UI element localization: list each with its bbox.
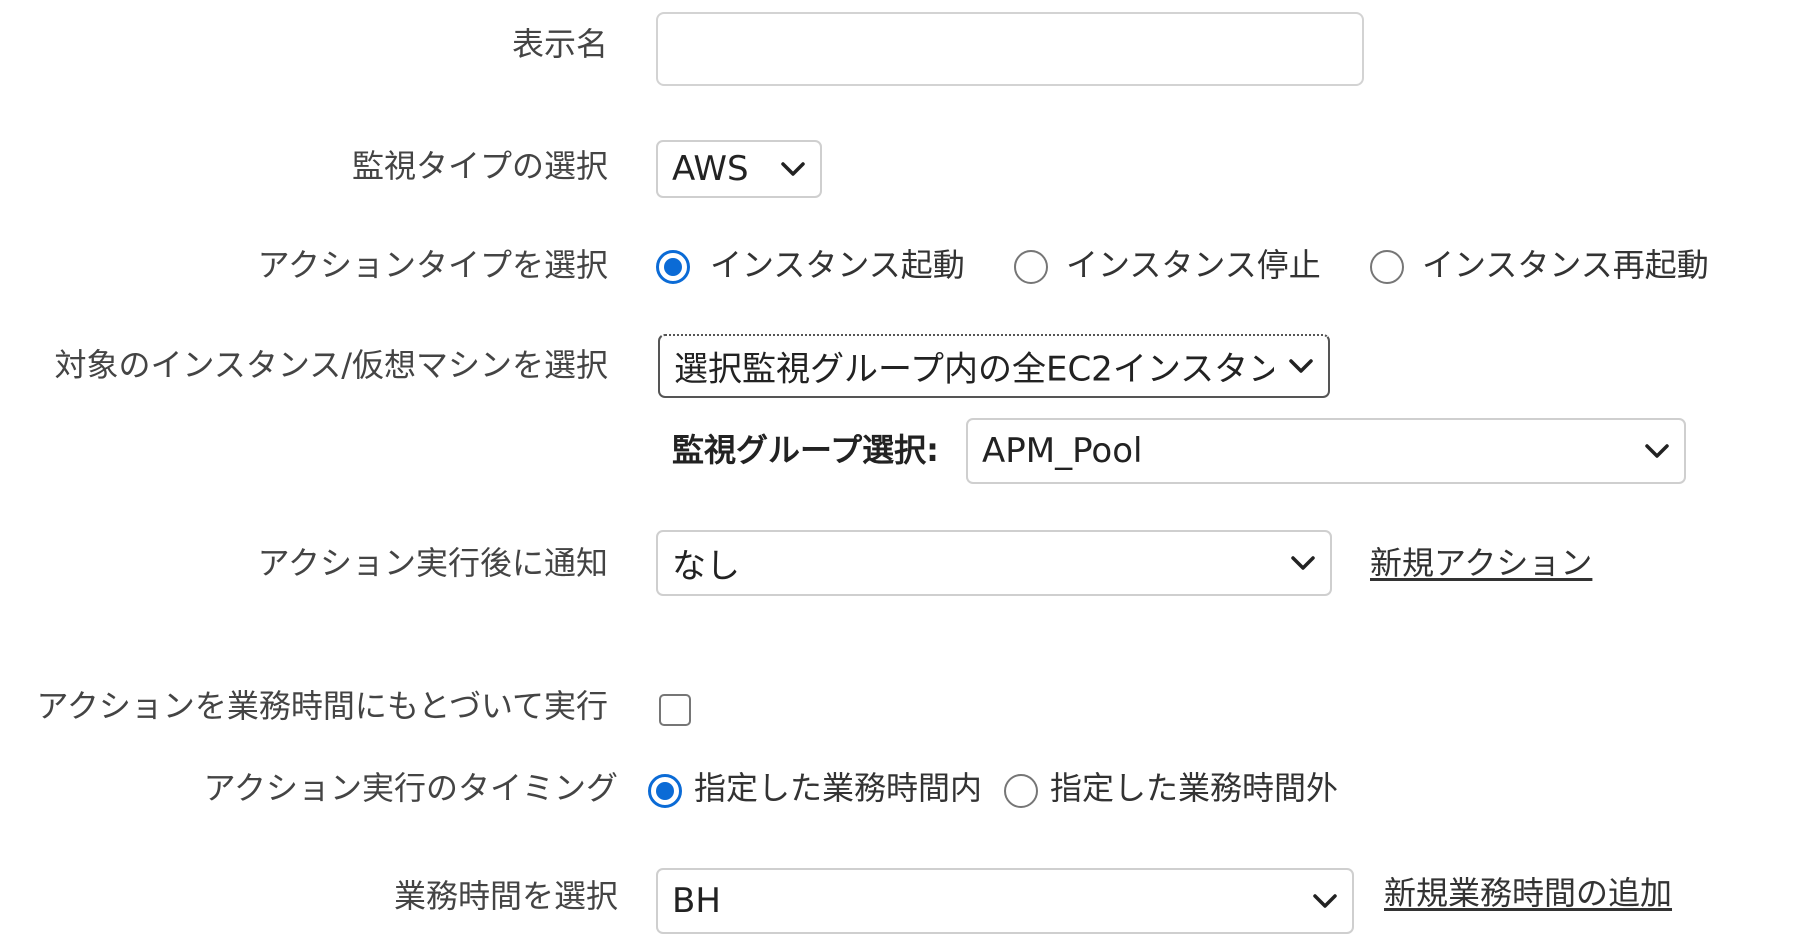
timing-option-outside: 指定した業務時間外 [1050,769,1339,807]
business-hours-select[interactable]: BH [656,868,1354,934]
chevron-down-icon [1645,444,1669,458]
timing-radio-outside[interactable] [1004,774,1038,808]
monitor-group-label: 監視グループ選択: [672,431,939,469]
chevron-down-icon [1313,894,1337,908]
target-instance-select[interactable]: 選択監視グループ内の全EC2インスタンス [658,334,1330,398]
notify-after-select[interactable]: なし [656,530,1332,596]
business-hours-based-checkbox[interactable] [659,694,691,726]
notify-after-label: アクション実行後に通知 [257,544,608,582]
display-name-label: 表示名 [511,25,608,63]
target-instance-value: 選択監視グループ内の全EC2インスタンス [674,349,1274,390]
chevron-down-icon [781,162,805,176]
display-name-input[interactable] [656,12,1364,86]
timing-radio-within[interactable] [648,774,682,808]
action-type-option-start: インスタンス起動 [710,246,965,284]
timing-option-within: 指定した業務時間内 [694,769,983,807]
monitor-type-value: AWS [672,149,749,189]
action-type-option-stop: インスタンス停止 [1066,246,1321,284]
action-type-radio-stop[interactable] [1014,250,1048,284]
monitor-group-select[interactable]: APM_Pool [966,418,1686,484]
action-type-radio-restart[interactable] [1370,250,1404,284]
monitor-group-value: APM_Pool [982,431,1143,471]
business-hours-based-label: アクションを業務時間にもとづいて実行 [36,687,608,725]
monitor-type-select[interactable]: AWS [656,140,822,198]
target-instance-label: 対象のインスタンス/仮想マシンを選択 [54,346,608,384]
add-business-hours-link[interactable]: 新規業務時間の追加 [1384,873,1672,913]
action-type-option-restart: インスタンス再起動 [1422,246,1709,284]
new-action-link[interactable]: 新規アクション [1370,543,1592,583]
chevron-down-icon [1291,556,1315,570]
chevron-down-icon [1289,359,1313,373]
action-type-radio-start[interactable] [656,250,690,284]
action-type-label: アクションタイプを選択 [257,246,608,284]
monitor-type-label: 監視タイプの選択 [351,147,608,185]
business-hours-label: 業務時間を選択 [393,877,618,915]
timing-label: アクション実行のタイミング [203,769,618,807]
business-hours-value: BH [672,881,721,921]
notify-after-value: なし [672,546,740,587]
